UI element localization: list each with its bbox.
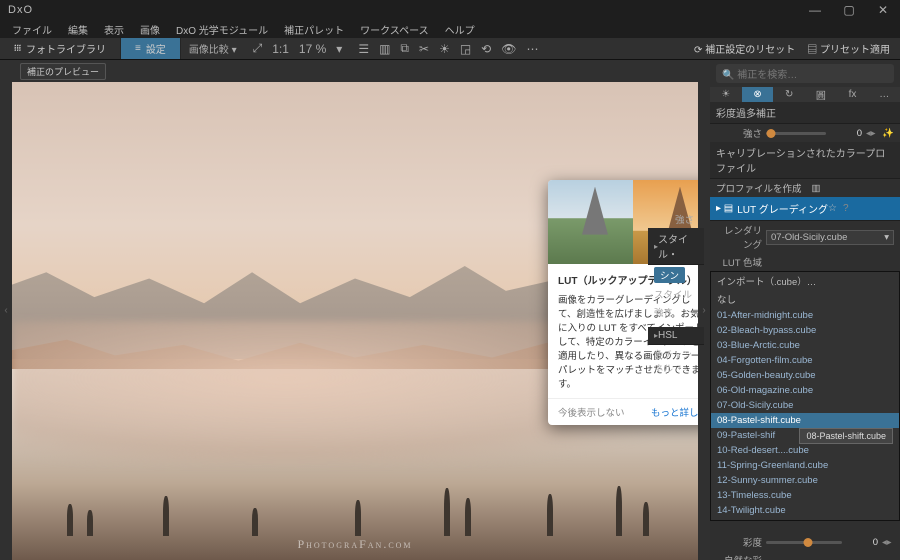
lut-item[interactable]: 04-Forgotten-film.cube — [711, 353, 899, 368]
compare-dropdown[interactable]: 画像比較 ▾ — [181, 38, 245, 59]
menu-file[interactable]: ファイル — [4, 22, 60, 37]
close-button[interactable]: ✕ — [866, 0, 900, 20]
section-lut-grading[interactable]: ▸ ▤LUT グレーディング ? — [710, 197, 900, 221]
lut-item[interactable]: 11-Spring-Greenland.cube — [711, 458, 899, 473]
frame-icon[interactable]: ◲ — [460, 42, 471, 56]
maximize-button[interactable]: ▢ — [832, 0, 866, 20]
menu-palette[interactable]: 補正パレット — [276, 22, 352, 37]
lut-dropdown-list-wrap: インポート（.cube）… なし 01-After-midnight.cube … — [710, 271, 900, 521]
corrections-panel: 🔍 補正を検索… ☀ ⊗ ↻ 圓 fx … 彩度過多補正 強さ 0 ◂▸ ✨ キ… — [710, 60, 900, 560]
lut-item[interactable]: 15-Warm-matte.cube — [711, 518, 899, 521]
lut-import-option[interactable]: インポート（.cube）… — [711, 272, 899, 290]
menu-help[interactable]: ヘルプ — [437, 22, 483, 37]
left-gutter[interactable]: ‹ — [0, 60, 12, 560]
correction-preview-button[interactable]: 補正のプレビュー — [20, 63, 106, 80]
lut-item[interactable]: 09-Pastel-shif 08-Pastel-shift.cube — [711, 428, 899, 443]
panel-tab-color[interactable]: ⊗ — [742, 87, 774, 102]
popover-more-link[interactable]: もっと詳しく — [651, 405, 698, 419]
menu-view[interactable]: 表示 — [96, 22, 132, 37]
stepper-icon[interactable]: ◂▸ — [866, 128, 878, 139]
menu-edit[interactable]: 編集 — [60, 22, 96, 37]
panel-tab-more[interactable]: … — [868, 87, 900, 102]
section-saturation-protect[interactable]: 彩度過多補正 — [710, 102, 900, 124]
one-to-one-button[interactable]: 1:1 — [272, 42, 289, 56]
panel-tabs: ☀ ⊗ ↻ 圓 fx … — [710, 87, 900, 102]
panel-tab-fx[interactable]: fx — [837, 87, 869, 102]
eye-icon[interactable]: 👁 — [501, 42, 516, 56]
menu-workspace[interactable]: ワークスペース — [352, 22, 437, 37]
panel-tab-geometry[interactable]: 圓 — [805, 87, 837, 102]
lut-item[interactable]: 14-Twilight.cube — [711, 503, 899, 518]
lut-item[interactable]: 10-Red-desert....cube — [711, 443, 899, 458]
panel-search-input[interactable]: 🔍 補正を検索… — [716, 64, 894, 83]
crop-icon[interactable]: ✂ — [419, 42, 429, 56]
zoom-actions: ⤢ 1:1 17 % ▾ — [245, 38, 351, 59]
zoom-chevron-icon[interactable]: ▾ — [336, 42, 342, 56]
popover-thumb-left — [548, 180, 633, 264]
slider-saturation-strength[interactable]: 強さ 0 ◂▸ ✨ — [710, 124, 900, 142]
tab-library[interactable]: ᎒᎒᎒フォトライブラリ — [0, 38, 121, 59]
lut-item[interactable]: 07-Old-Sicily.cube — [711, 398, 899, 413]
canvas-area: 補正のプレビュー — [12, 60, 698, 560]
window-controls: — ▢ ✕ — [798, 0, 900, 20]
section-calibrated-profile[interactable]: キャリブレーションされたカラープロファイル — [710, 142, 900, 179]
app-logo: DxO — [0, 4, 41, 16]
minimize-button[interactable]: — — [798, 0, 832, 20]
right-toolbar: ⟳ 補正設定のリセット ▤ プリセット適用 — [684, 38, 900, 59]
panel-tab-detail[interactable]: ↻ — [773, 87, 805, 102]
lut-dropdown-list[interactable]: インポート（.cube）… なし 01-After-midnight.cube … — [710, 271, 900, 521]
lut-item-selected[interactable]: 08-Pastel-shift.cube — [711, 413, 899, 428]
bars-icon[interactable]: ▥ — [379, 42, 390, 56]
lut-tooltip: 08-Pastel-shift.cube — [799, 428, 893, 444]
lut-item[interactable]: 06-Old-magazine.cube — [711, 383, 899, 398]
lut-item[interactable]: 12-Sunny-summer.cube — [711, 473, 899, 488]
row-lut-region: LUT 色域 — [710, 253, 900, 271]
chevron-down-icon: ▾ — [884, 232, 889, 243]
more-icon[interactable]: ⋯ — [526, 42, 538, 56]
popover-dismiss-link[interactable]: 今後表示しない — [558, 405, 625, 419]
menu-image[interactable]: 画像 — [132, 22, 168, 37]
rendering-dropdown[interactable]: 07-Old-Sicily.cube▾ — [766, 230, 894, 245]
light-icon[interactable]: ☀ — [439, 42, 450, 56]
lut-item[interactable]: 02-Bleach-bypass.cube — [711, 323, 899, 338]
top-toolbar: ᎒᎒᎒フォトライブラリ ≡設定 画像比較 ▾ ⤢ 1:1 17 % ▾ ☰ ▥ ⧉… — [0, 38, 900, 60]
zoom-value[interactable]: 17 % — [299, 42, 326, 56]
grid-icon[interactable]: ☰ — [358, 42, 369, 56]
fit-icon[interactable]: ⤢ — [253, 41, 263, 56]
lut-item[interactable]: 05-Golden-beauty.cube — [711, 368, 899, 383]
lut-none-option[interactable]: なし — [711, 290, 899, 308]
row-profile-create[interactable]: プロファイルを作成▥ — [710, 179, 900, 197]
preview-subtoolbar: 補正のプレビュー — [12, 60, 698, 82]
watermark: PhotograFan.com — [297, 537, 412, 552]
lut-item[interactable]: 13-Timeless.cube — [711, 488, 899, 503]
lut-item[interactable]: 03-Blue-Arctic.cube — [711, 338, 899, 353]
tab-settings[interactable]: ≡設定 — [121, 38, 181, 59]
panel-search-wrap: 🔍 補正を検索… — [710, 60, 900, 87]
reset-icon[interactable]: ⟲ — [481, 42, 491, 56]
reset-corrections-button[interactable]: ⟳ 補正設定のリセット — [694, 41, 795, 56]
compare-icon[interactable]: ⧉ — [400, 41, 409, 56]
image-canvas[interactable]: PhotograFan.com LUT（ルックアップテーブル） 画像をカラーグレ… — [12, 82, 698, 560]
row-rendering: レンダリング 07-Old-Sicily.cube▾ — [710, 221, 900, 253]
panel-tab-light[interactable]: ☀ — [710, 87, 742, 102]
tool-icons: ☰ ▥ ⧉ ✂ ☀ ◲ ⟲ 👁 ⋯ — [350, 38, 546, 59]
titlebar: DxO — ▢ ✕ — [0, 0, 900, 20]
lut-item[interactable]: 01-After-midnight.cube — [711, 308, 899, 323]
slider-vibrance[interactable]: 自然な彩度0◂▸ — [710, 551, 900, 560]
wand-icon[interactable]: ✨ — [882, 128, 894, 139]
apply-preset-button[interactable]: ▤ プリセット適用 — [807, 41, 890, 56]
menubar: ファイル 編集 表示 画像 DxO 光学モジュール 補正パレット ワークスペース… — [0, 20, 900, 38]
slider-saturation[interactable]: 彩度0◂▸ — [710, 533, 900, 551]
main-area: ‹ 補正のプレビュー — [0, 60, 900, 560]
menu-optical[interactable]: DxO 光学モジュール — [168, 22, 276, 37]
